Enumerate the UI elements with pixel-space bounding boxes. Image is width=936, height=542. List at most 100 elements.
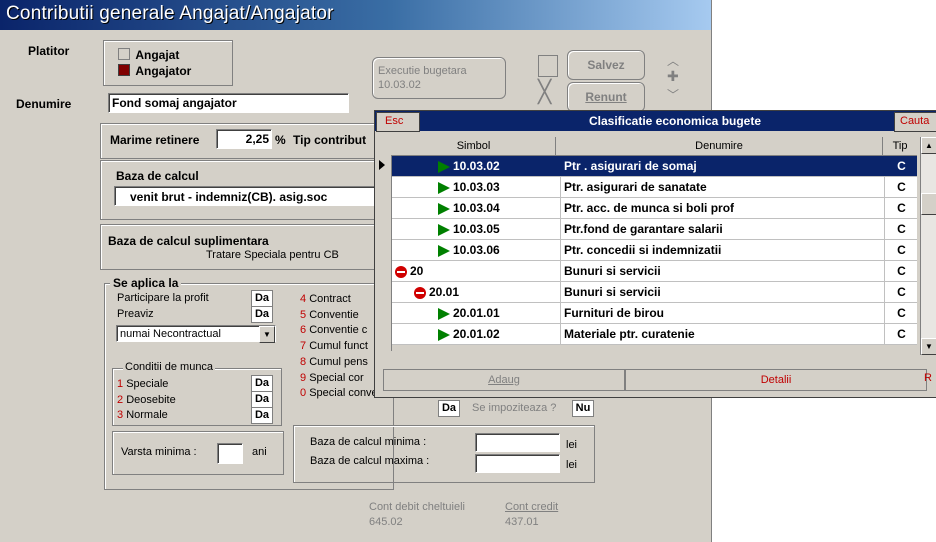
- scroll-up-icon[interactable]: ▲: [921, 137, 936, 154]
- executie-bugetara-label: Executie bugetara: [378, 65, 467, 77]
- detalii-label: Detalii: [760, 374, 792, 386]
- cell-tip: C: [884, 156, 918, 176]
- tratare-speciala-text: Tratare Speciala pentru CB: [206, 249, 339, 261]
- special-conventie-value[interactable]: Da: [438, 400, 460, 417]
- scroll-thumb[interactable]: [921, 193, 936, 215]
- table-row[interactable]: 10.03.04 Ptr. acc. de munca si boli prof C: [392, 198, 917, 219]
- cancel-button[interactable]: Renunt: [567, 82, 645, 112]
- conditie-normale: 3 Normale: [117, 409, 168, 421]
- table-row[interactable]: 10.03.03 Ptr. asigurari de sanatate C: [392, 177, 917, 198]
- cell-tip: C: [884, 198, 918, 218]
- table-row[interactable]: 20.01 Bunuri si servicii C: [392, 282, 917, 303]
- column-header-simbol[interactable]: Simbol: [392, 137, 556, 156]
- green-triangle-icon[interactable]: [438, 160, 450, 173]
- preaviz-value[interactable]: Da: [251, 306, 273, 323]
- table-row[interactable]: 10.03.02 Ptr . asigurari de somaj C: [392, 156, 917, 177]
- green-triangle-icon[interactable]: [438, 181, 450, 194]
- chevron-down-icon[interactable]: ▼: [259, 326, 275, 343]
- esc-button[interactable]: Esc: [376, 112, 420, 132]
- conditii-list: 1 Speciale 2 Deosebite 3 Normale: [117, 377, 176, 424]
- platitor-option-angajat[interactable]: Angajat: [118, 48, 179, 62]
- cont-debit-value[interactable]: 645.02: [369, 516, 403, 528]
- participare-value[interactable]: Da: [251, 290, 273, 307]
- table-row[interactable]: 20.01.02 Materiale ptr. curatenie C: [392, 324, 917, 345]
- cell-tip: C: [884, 303, 918, 323]
- green-triangle-icon[interactable]: [438, 244, 450, 257]
- red-minus-icon[interactable]: [414, 286, 426, 299]
- green-triangle-icon[interactable]: [438, 202, 450, 215]
- baza-min-label: Baza de calcul minima :: [310, 436, 427, 448]
- lookup-popup: Esc Clasificatie economica bugete Cauta …: [374, 110, 936, 398]
- simbol-text: 20: [410, 264, 424, 278]
- baza-min-input[interactable]: [475, 433, 560, 452]
- simbol-text: 10.03.03: [453, 180, 500, 194]
- platitor-option-angajat-label: Angajat: [135, 48, 180, 62]
- cauta-button[interactable]: Cauta: [894, 112, 936, 132]
- arrow-up-icon[interactable]: ︿: [667, 52, 679, 69]
- cell-denumire: Furnituri de birou: [560, 303, 884, 323]
- varsta-input[interactable]: [217, 443, 243, 464]
- contract-type-select[interactable]: numai Necontractual ▼: [116, 325, 276, 343]
- column-header-denumire[interactable]: Denumire: [556, 137, 883, 156]
- cell-simbol: 10.03.06: [438, 240, 552, 260]
- lookup-title: Clasificatie economica bugete: [588, 114, 762, 128]
- speciale-value[interactable]: Da: [251, 375, 273, 392]
- participare-label: Participare la profit: [117, 292, 209, 304]
- varsta-label: Varsta minima :: [121, 446, 197, 458]
- normale-value[interactable]: Da: [251, 407, 273, 424]
- table-row[interactable]: 10.03.06 Ptr. concedii si indemnizatii C: [392, 240, 917, 261]
- denumire-input[interactable]: Fond somaj angajator: [108, 93, 349, 113]
- cell-simbol: 10.03.03: [438, 177, 552, 197]
- baza-calcul-input[interactable]: venit brut - indemniz(CB). asig.soc: [114, 186, 386, 206]
- cell-tip: C: [884, 282, 918, 302]
- baza-max-input[interactable]: [475, 454, 560, 473]
- denumire-label: Denumire: [16, 97, 72, 111]
- r-button[interactable]: R: [924, 372, 932, 384]
- impoziteaza-value[interactable]: Nu: [572, 400, 594, 417]
- lookup-scrollbar[interactable]: ▲ ▼: [920, 137, 936, 355]
- cell-denumire: Ptr. concedii si indemnizatii: [560, 240, 884, 260]
- table-row[interactable]: 10.03.05 Ptr.fond de garantare salarii C: [392, 219, 917, 240]
- title-bar[interactable]: Contributii generale Angajat/Angajator: [0, 0, 711, 30]
- cell-tip: C: [884, 219, 918, 239]
- table-row[interactable]: 20.01.01 Furnituri de birou C: [392, 303, 917, 324]
- simbol-text: 10.03.06: [453, 243, 500, 257]
- scroll-down-icon[interactable]: ▼: [921, 338, 936, 355]
- platitor-group: [103, 40, 233, 86]
- green-triangle-icon[interactable]: [438, 328, 450, 341]
- cell-denumire: Ptr . asigurari de somaj: [560, 156, 884, 176]
- row-indicator-column: [375, 155, 392, 351]
- arrow-down-icon[interactable]: ﹀: [667, 86, 679, 103]
- cell-denumire: Ptr. acc. de munca si boli prof: [560, 198, 884, 218]
- conditie-deosebite: 2 Deosebite: [117, 393, 176, 406]
- simbol-text: 20.01.02: [453, 327, 500, 341]
- table-row[interactable]: 20 Bunuri si servicii C: [392, 261, 917, 282]
- executie-bugetara-field[interactable]: Executie bugetara 10.03.02: [372, 57, 506, 99]
- red-minus-icon[interactable]: [395, 265, 407, 278]
- cont-credit-value[interactable]: 437.01: [505, 516, 539, 528]
- unchecked-box-icon: [118, 48, 130, 60]
- detalii-button[interactable]: Detalii: [625, 369, 927, 391]
- platitor-option-angajator[interactable]: Angajator: [118, 64, 191, 78]
- column-header-tip[interactable]: Tip: [883, 137, 917, 156]
- simbol-text: 20.01.01: [453, 306, 500, 320]
- cell-tip: C: [884, 177, 918, 197]
- baza-min-unit: lei: [566, 439, 578, 451]
- green-triangle-icon[interactable]: [438, 307, 450, 320]
- cell-simbol: 10.03.05: [438, 219, 552, 239]
- cell-tip: C: [884, 240, 918, 260]
- varsta-unit: ani: [252, 446, 267, 458]
- marime-input[interactable]: 2,25: [216, 129, 272, 149]
- simbol-text: 10.03.05: [453, 222, 500, 236]
- deosebite-value[interactable]: Da: [251, 391, 273, 408]
- impoziteaza-label: Se impoziteaza ?: [472, 402, 557, 414]
- platitor-label: Platitor: [28, 44, 70, 58]
- simbol-text: 10.03.04: [453, 201, 500, 215]
- plus-icon[interactable]: ✚: [667, 68, 679, 85]
- disk-icon: [538, 55, 558, 77]
- adaug-button[interactable]: Adaug: [383, 369, 625, 391]
- save-button[interactable]: Salvez: [567, 50, 645, 80]
- baza-suplimentara-label: Baza de calcul suplimentara: [108, 234, 269, 248]
- green-triangle-icon[interactable]: [438, 223, 450, 236]
- cell-denumire: Ptr. asigurari de sanatate: [560, 177, 884, 197]
